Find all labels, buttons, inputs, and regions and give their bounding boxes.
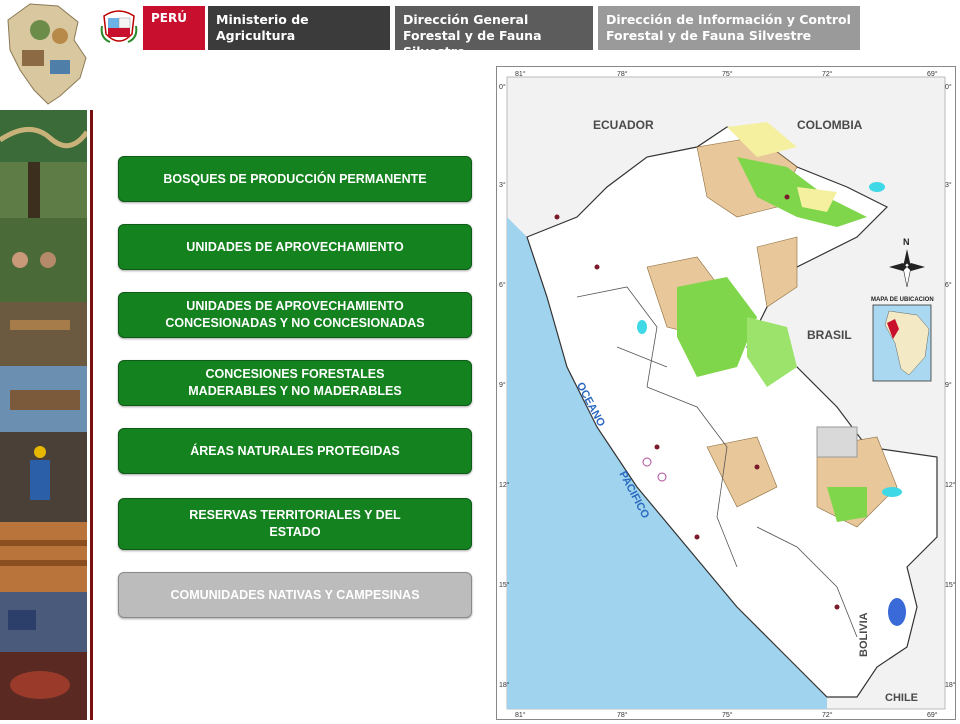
lon-tick: 69° [927, 711, 938, 719]
inset-location-map: MAPA DE UBICACION [871, 297, 934, 382]
north-label: N [903, 237, 910, 247]
peru-forest-map[interactable]: ECUADOR COLOMBIA BRASIL BOLIVIA CHILE OC… [496, 66, 956, 720]
menu-label: RESERVAS TERRITORIALES Y DEL ESTADO [189, 508, 401, 539]
menu-concesiones-forestales[interactable]: CONCESIONES FORESTALES MADERABLES Y NO M… [118, 360, 472, 406]
menu-label: UNIDADES DE APROVECHAMIENTO CONCESIONADA… [165, 299, 425, 330]
menu-comunidades-nativas[interactable]: COMUNIDADES NATIVAS Y CAMPESINAS [118, 572, 472, 618]
menu-unidades-aprovechamiento[interactable]: UNIDADES DE APROVECHAMIENTO [118, 224, 472, 270]
lon-tick: 72° [822, 711, 833, 719]
label-chile: CHILE [885, 692, 918, 704]
lat-tick: 18° [945, 681, 955, 689]
lat-tick: 18° [499, 681, 510, 689]
label-brasil: BRASIL [807, 328, 852, 342]
lon-tick: 78° [617, 711, 628, 719]
inset-title: MAPA DE UBICACION [871, 297, 934, 303]
label-colombia: COLOMBIA [797, 118, 863, 132]
menu-unidades-concesionadas[interactable]: UNIDADES DE APROVECHAMIENTO CONCESIONADA… [118, 292, 472, 338]
lon-tick: 72° [822, 70, 833, 78]
menu-label: COMUNIDADES NATIVAS Y CAMPESINAS [170, 587, 420, 602]
lat-tick: 15° [499, 581, 510, 589]
header-bar: PERÚ Ministerio de Agricultura Dirección… [100, 6, 860, 59]
menu-label: ÁREAS NATURALES PROTEGIDAS [190, 443, 400, 458]
lat-tick: 9° [945, 381, 952, 389]
lon-tick: 78° [617, 70, 628, 78]
menu-reservas-territoriales[interactable]: RESERVAS TERRITORIALES Y DEL ESTADO [118, 498, 472, 550]
header-directorate-info: Dirección de Información y Control Fores… [598, 6, 860, 50]
lat-tick: 6° [945, 281, 952, 289]
label-bolivia: BOLIVIA [858, 612, 870, 657]
coat-of-arms-icon [100, 6, 138, 48]
lat-tick: 0° [945, 83, 952, 91]
label-ecuador: ECUADOR [593, 118, 654, 132]
lat-tick: 9° [499, 381, 506, 389]
lat-tick: 12° [499, 481, 510, 489]
lon-tick: 75° [722, 711, 733, 719]
header-directorate-forestal: Dirección General Forestal y de Fauna Si… [395, 6, 593, 59]
menu-label: CONCESIONES FORESTALES MADERABLES Y NO M… [188, 367, 402, 398]
lon-tick: 75° [722, 70, 733, 78]
menu-label: UNIDADES DE APROVECHAMIENTO [186, 239, 404, 254]
lon-tick: 81° [515, 711, 526, 719]
menu-areas-naturales[interactable]: ÁREAS NATURALES PROTEGIDAS [118, 428, 472, 474]
lat-tick: 3° [945, 181, 952, 189]
lat-tick: 0° [499, 83, 506, 91]
header-ministry: Ministerio de Agricultura [208, 6, 390, 50]
menu-bosques-produccion[interactable]: BOSQUES DE PRODUCCIÓN PERMANENTE [118, 156, 472, 202]
menu-label: BOSQUES DE PRODUCCIÓN PERMANENTE [163, 171, 427, 186]
lat-tick: 6° [499, 281, 506, 289]
photo-strip [0, 110, 93, 720]
header-peru: PERÚ [143, 6, 205, 50]
lat-tick: 3° [499, 181, 506, 189]
lat-tick: 15° [945, 581, 955, 589]
peru-map-logo [0, 0, 92, 108]
lat-tick: 12° [945, 481, 955, 489]
lon-tick: 69° [927, 70, 938, 78]
lon-tick: 81° [515, 70, 526, 78]
